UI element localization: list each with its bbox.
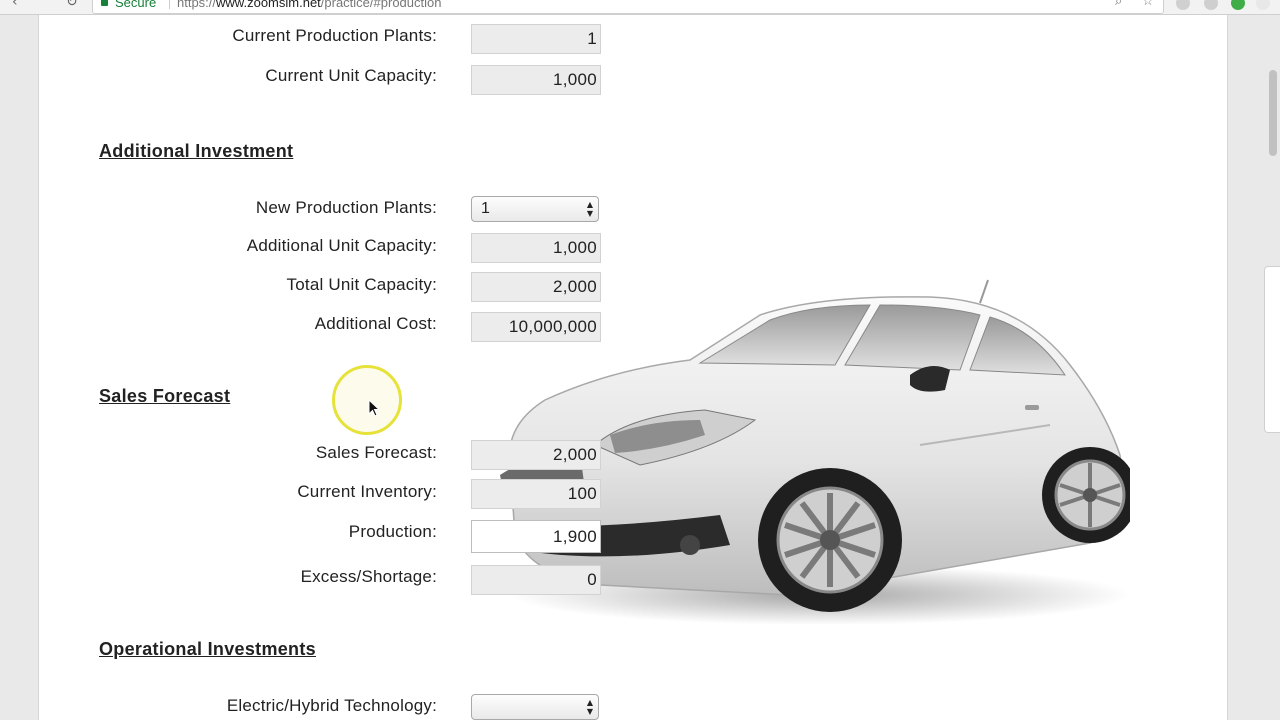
current-plants-field: 1 — [471, 24, 601, 54]
additional-cost-field: 10,000,000 — [471, 312, 601, 342]
hybrid-technology-select[interactable]: ▲ ▼ — [471, 694, 599, 720]
browser-toolbar: ‹ ↻ Secure https://www.zoomsim.net/pract… — [0, 0, 1280, 15]
extension-icon[interactable] — [1204, 0, 1218, 10]
mouse-cursor-icon — [368, 399, 380, 417]
excess-shortage-label: Excess/Shortage: — [300, 567, 437, 586]
sales-forecast-label: Sales Forecast: — [315, 443, 437, 462]
new-plants-selected: 1 — [481, 200, 490, 217]
hybrid-technology-label: Electric/Hybrid Technology: — [226, 696, 437, 715]
current-plants-label: Current Production Plants: — [232, 26, 437, 45]
total-capacity-field: 2,000 — [471, 272, 601, 302]
select-arrows-icon: ▲ ▼ — [586, 200, 593, 218]
url-text: https://www.zoomsim.net/practice/#produc… — [177, 0, 442, 10]
section-title-sales-forecast: Sales Forecast — [99, 386, 231, 406]
reload-icon[interactable]: ↻ — [66, 0, 78, 10]
select-arrows-icon: ▲ ▼ — [586, 698, 593, 716]
secure-label: Secure — [115, 0, 157, 10]
search-icon[interactable]: ⌕ — [1115, 0, 1122, 9]
lock-icon — [101, 0, 108, 6]
extension-icon[interactable] — [1231, 0, 1245, 10]
total-capacity-label: Total Unit Capacity: — [286, 275, 437, 294]
new-plants-label: New Production Plants: — [255, 198, 437, 217]
extension-icon[interactable] — [1176, 0, 1190, 10]
current-inventory-field: 100 — [471, 479, 601, 509]
current-capacity-label: Current Unit Capacity: — [265, 66, 437, 85]
current-capacity-field: 1,000 — [471, 65, 601, 95]
excess-shortage-field: 0 — [471, 565, 601, 595]
side-panel-tab[interactable] — [1264, 266, 1280, 433]
production-label: Production: — [348, 522, 437, 541]
star-icon[interactable]: ☆ — [1142, 0, 1154, 9]
extension-icon[interactable] — [1256, 0, 1270, 10]
section-title-additional-investment: Additional Investment — [99, 141, 294, 161]
address-bar[interactable]: Secure https://www.zoomsim.net/practice/… — [92, 0, 1164, 14]
scrollbar-thumb[interactable] — [1269, 70, 1277, 156]
url-separator — [169, 0, 170, 9]
new-plants-select[interactable]: 1 ▲ ▼ — [471, 196, 599, 222]
additional-capacity-label: Additional Unit Capacity: — [246, 236, 437, 255]
back-arrow-icon[interactable]: ‹ — [12, 0, 18, 10]
section-title-operational-investments: Operational Investments — [99, 639, 316, 659]
cursor-highlight — [332, 365, 402, 435]
additional-cost-label: Additional Cost: — [314, 314, 437, 333]
additional-capacity-field: 1,000 — [471, 233, 601, 263]
current-inventory-label: Current Inventory: — [297, 482, 437, 501]
production-input[interactable]: 1,900 — [471, 520, 601, 553]
sales-forecast-field: 2,000 — [471, 440, 601, 470]
